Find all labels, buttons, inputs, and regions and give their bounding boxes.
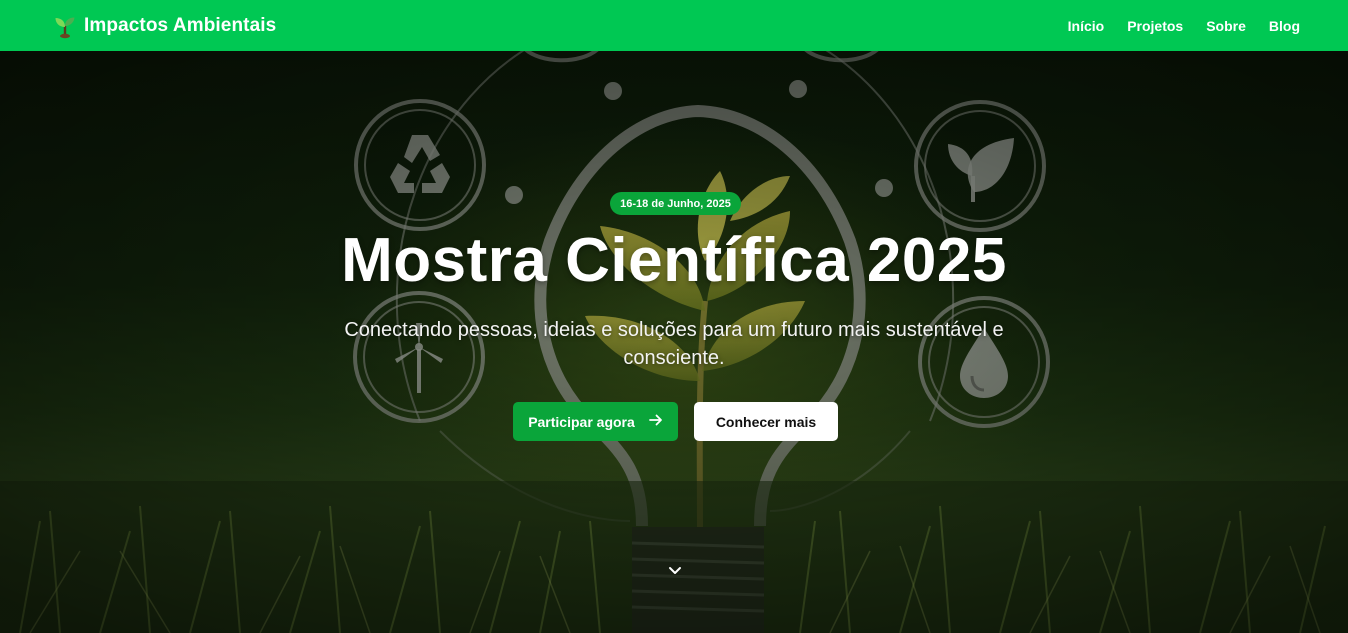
brand-link[interactable]: Impactos Ambientais — [52, 0, 276, 51]
hero-section: 16-18 de Junho, 2025 Mostra Científica 2… — [0, 51, 1348, 633]
chevron-down-icon[interactable] — [666, 563, 684, 579]
participate-button[interactable]: Participar agora — [513, 402, 678, 441]
nav-link-projetos[interactable]: Projetos — [1127, 18, 1183, 34]
nav-link-sobre[interactable]: Sobre — [1206, 18, 1246, 34]
learn-more-button-label: Conhecer mais — [715, 413, 817, 430]
brand-name: Impactos Ambientais — [84, 14, 277, 36]
main-nav: Início Projetos Sobre Blog — [1045, 0, 1300, 51]
hero-title: Mostra Científica 2025 — [341, 226, 1007, 295]
event-date-badge: 16-18 de Junho, 2025 — [610, 192, 741, 215]
nav-link-inicio[interactable]: Início — [1068, 18, 1105, 34]
arrow-right-icon — [648, 413, 663, 430]
hero-subtitle: Conectando pessoas, ideias e soluções pa… — [344, 319, 1004, 369]
navbar: Impactos Ambientais Início Projetos Sobr… — [0, 0, 1348, 51]
hero-content: 16-18 de Junho, 2025 Mostra Científica 2… — [0, 51, 1348, 633]
nav-link-blog[interactable]: Blog — [1269, 18, 1300, 34]
participate-button-label: Participar agora — [528, 413, 635, 430]
learn-more-button[interactable]: Conhecer mais — [694, 402, 838, 441]
sprout-icon — [52, 13, 78, 39]
